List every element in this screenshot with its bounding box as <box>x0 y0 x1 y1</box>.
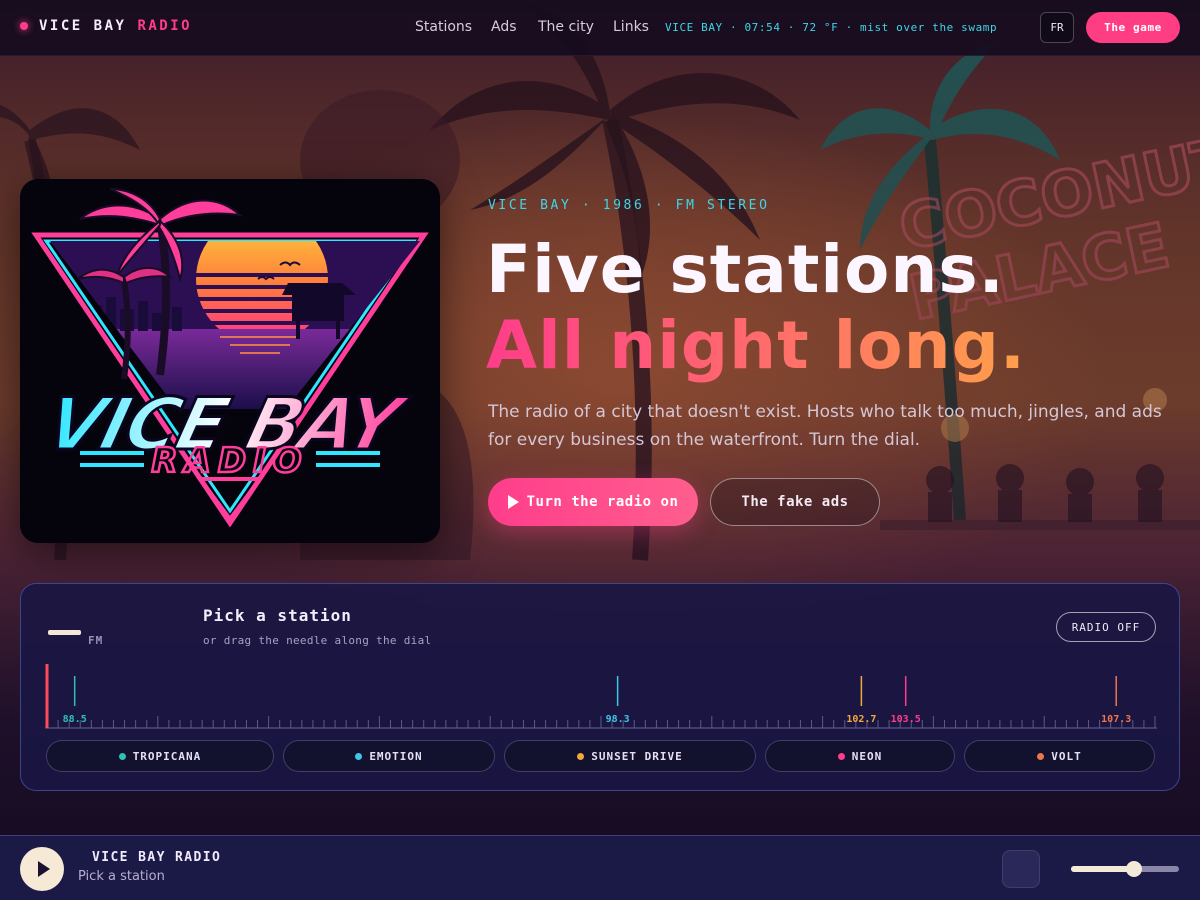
the-game-button[interactable]: The game <box>1086 12 1180 43</box>
tuner-title: Pick a station <box>203 606 352 625</box>
station-color-dot-icon <box>837 752 845 760</box>
player-play-button[interactable] <box>20 847 64 891</box>
station-frequency-label: 107.3 <box>1101 714 1131 725</box>
play-icon <box>37 861 50 877</box>
brand[interactable]: VICE BAY RADIO <box>20 18 192 34</box>
brand-accent: RADIO <box>137 18 193 34</box>
frequency-unit: FM <box>88 634 104 647</box>
station-chip-label: TROPICANA <box>132 749 202 763</box>
fake-ads-button[interactable]: The fake ads <box>710 478 880 526</box>
station-color-dot-icon <box>1037 752 1045 760</box>
hero-kicker: VICE BAY · 1986 · FM STEREO <box>488 198 770 213</box>
nav-link-stations[interactable]: Stations <box>415 19 472 35</box>
station-chip-tropicana[interactable]: TROPICANA <box>46 740 274 772</box>
live-dot-icon <box>20 22 28 30</box>
hero-headline-line2: All night long. <box>486 307 1026 384</box>
station-chip-sunset-drive[interactable]: SUNSET DRIVE <box>504 740 756 772</box>
tuner-subtitle: or drag the needle along the dial <box>203 634 432 647</box>
station-frequency-label: 102.7 <box>846 714 876 725</box>
frequency-display-placeholder <box>48 630 81 635</box>
logo-card: VICE BAY RADIO <box>20 179 440 543</box>
nav-link-links[interactable]: Links <box>613 19 649 35</box>
station-frequency-label: 98.3 <box>606 714 630 725</box>
bottom-player: VICE BAY RADIO Pick a station <box>0 835 1200 900</box>
status-ticker: VICE BAY · 07:54 · 72 °F · mist over the… <box>665 21 998 34</box>
volume-slider[interactable] <box>1071 861 1179 877</box>
top-navbar: VICE BAY RADIO Stations Ads The city Lin… <box>0 0 1200 56</box>
hero-description: The radio of a city that doesn't exist. … <box>488 402 1162 450</box>
station-color-dot-icon <box>118 752 126 760</box>
station-chip-emotion[interactable]: EMOTION <box>283 740 495 772</box>
tuner-panel: FM Pick a station or drag the needle alo… <box>20 583 1180 791</box>
play-icon <box>507 495 519 509</box>
frequency-dial[interactable]: 88.5 98.3 102.7 103.5 107.3 <box>45 662 1157 730</box>
logo-text-radio: RADIO <box>151 441 308 481</box>
nav-link-ads[interactable]: Ads <box>491 19 517 35</box>
volume-fill <box>1071 866 1134 872</box>
station-chip-label: NEON <box>851 749 883 763</box>
player-title: VICE BAY RADIO <box>92 850 222 865</box>
station-chip-label: SUNSET DRIVE <box>591 749 683 763</box>
station-frequency-label: 88.5 <box>63 714 87 725</box>
hero-headline-line1: Five stations. <box>486 231 1005 308</box>
vice-bay-radio-logo-icon: VICE BAY RADIO <box>31 188 429 528</box>
tuner-needle[interactable] <box>45 664 49 728</box>
station-chip-neon[interactable]: NEON <box>765 740 955 772</box>
station-color-dot-icon <box>577 752 585 760</box>
turn-radio-on-label: Turn the radio on <box>526 494 679 510</box>
cover-art-placeholder[interactable] <box>1002 850 1040 888</box>
nav-link-city[interactable]: The city <box>538 19 594 35</box>
turn-radio-on-button[interactable]: Turn the radio on <box>488 478 698 526</box>
station-chip-label: EMOTION <box>369 749 423 763</box>
station-color-dot-icon <box>355 752 363 760</box>
station-chip-volt[interactable]: VOLT <box>964 740 1155 772</box>
brand-name: VICE BAY <box>39 18 127 34</box>
language-toggle-button[interactable]: FR <box>1040 12 1074 43</box>
volume-thumb[interactable] <box>1125 861 1142 877</box>
station-frequency-label: 103.5 <box>891 714 921 725</box>
station-chip-label: VOLT <box>1051 749 1082 763</box>
player-subtitle: Pick a station <box>78 869 165 884</box>
radio-power-button[interactable]: RADIO OFF <box>1056 612 1156 642</box>
